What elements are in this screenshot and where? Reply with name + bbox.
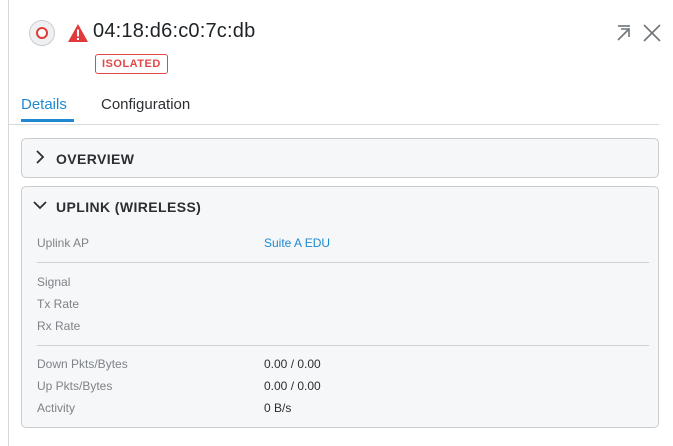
divider xyxy=(37,262,649,263)
uplink-section-toggle[interactable]: UPLINK (WIRELESS) xyxy=(32,197,201,217)
signal-label: Signal xyxy=(37,275,71,289)
tab-configuration[interactable]: Configuration xyxy=(101,96,190,113)
uplink-section: UPLINK (WIRELESS) Uplink AP Suite A EDU … xyxy=(21,186,659,428)
warning-triangle-icon xyxy=(67,23,89,43)
popout-button[interactable] xyxy=(612,21,636,45)
popout-arrow-icon xyxy=(612,21,636,45)
close-button[interactable] xyxy=(640,21,664,45)
chevron-down-icon xyxy=(32,197,56,218)
tab-bar: Details Configuration xyxy=(9,90,659,125)
activity-label: Activity xyxy=(37,401,76,415)
uplink-ap-label: Uplink AP xyxy=(37,236,90,250)
up-pkts-value: 0.00 / 0.00 xyxy=(264,379,321,393)
down-pkts-label: Down Pkts/Bytes xyxy=(37,357,128,371)
uplink-ap-link[interactable]: Suite A EDU xyxy=(264,236,330,250)
chevron-right-icon xyxy=(32,149,56,170)
rx-rate-label: Rx Rate xyxy=(37,319,81,333)
device-name-title: 04:18:d6:c0:7c:db xyxy=(93,20,256,42)
tx-rate-label: Tx Rate xyxy=(37,297,80,311)
panel-header: 04:18:d6:c0:7c:db ISOLATED xyxy=(9,0,673,90)
device-status-icon xyxy=(29,20,55,46)
up-pkts-label: Up Pkts/Bytes xyxy=(37,379,113,393)
activity-value: 0 B/s xyxy=(264,401,292,415)
down-pkts-value: 0.00 / 0.00 xyxy=(264,357,321,371)
overview-section: OVERVIEW xyxy=(21,138,659,178)
device-detail-panel: 04:18:d6:c0:7c:db ISOLATED Details Confi… xyxy=(8,0,673,446)
divider xyxy=(37,345,649,346)
active-tab-indicator xyxy=(21,119,74,122)
uplink-section-title: UPLINK (WIRELESS) xyxy=(56,199,202,215)
isolated-status-badge: ISOLATED xyxy=(95,54,168,74)
overview-section-toggle[interactable]: OVERVIEW xyxy=(32,149,134,169)
close-icon xyxy=(640,21,664,45)
overview-section-title: OVERVIEW xyxy=(56,151,135,167)
tab-details[interactable]: Details xyxy=(21,96,67,113)
